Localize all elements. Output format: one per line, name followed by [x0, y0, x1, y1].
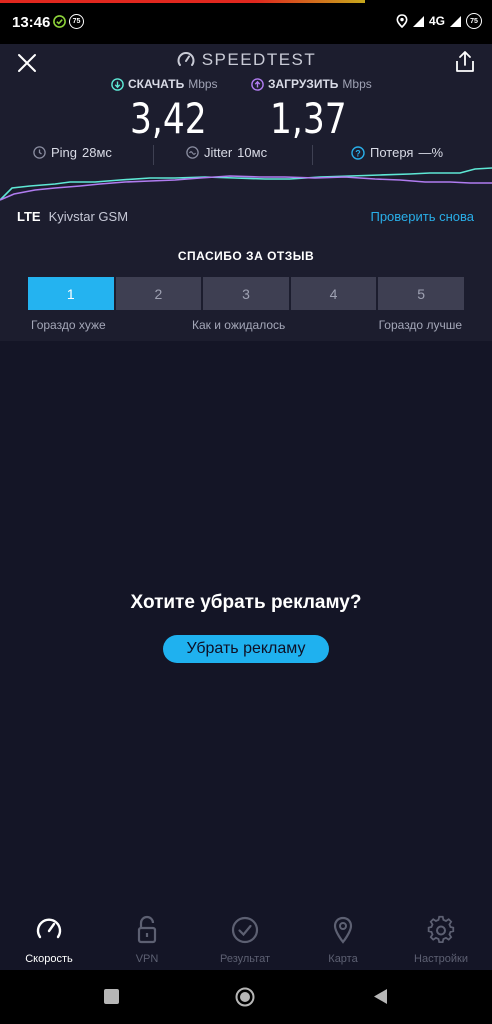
- status-right: 4G 75: [396, 13, 482, 29]
- signal-icon-2: [450, 15, 461, 27]
- status-accent-line: [0, 0, 365, 3]
- jitter-label: Jitter: [204, 145, 233, 160]
- tab-label: Результат: [219, 953, 271, 965]
- ping-icon: [33, 146, 46, 159]
- ad-title: Хотите убрать рекламу?: [130, 592, 362, 613]
- tab-results[interactable]: Результат: [196, 915, 294, 965]
- back-icon[interactable]: [372, 988, 388, 1005]
- rating-label-high: Гораздо лучше: [378, 318, 462, 332]
- rating-option-2[interactable]: 2: [115, 277, 202, 310]
- upload-label: ЗАГРУЗИТЬ Mbps: [251, 77, 372, 91]
- upload-title: ЗАГРУЗИТЬ: [268, 77, 339, 91]
- tab-label: Настройки: [414, 953, 468, 965]
- upload-graph-line: [0, 167, 492, 201]
- jitter-icon: [186, 146, 199, 159]
- rating-label-low: Гораздо хуже: [31, 318, 106, 332]
- speedometer-icon: [36, 918, 62, 939]
- connection-type: LTE: [17, 209, 41, 224]
- upload-arrow-icon: [251, 77, 264, 91]
- results-panel: SPEEDTEST СКАЧАТЬ Mbps 3,42 ЗАГРУЗИТЬ Mb…: [0, 44, 492, 341]
- status-notifications: 75: [53, 14, 84, 29]
- download-value: 3,42: [130, 94, 207, 143]
- tab-vpn[interactable]: VPN: [98, 915, 196, 965]
- jitter-value: 10мс: [237, 145, 268, 160]
- rating-label-mid: Как и ожидалось: [192, 318, 286, 332]
- gear-icon: [427, 915, 455, 943]
- network-type: 4G: [428, 14, 445, 28]
- download-arrow-icon: [111, 77, 124, 91]
- signal-icon: [412, 15, 424, 27]
- status-time: 13:46: [12, 14, 51, 31]
- speedtest-logo: SPEEDTEST: [0, 50, 492, 70]
- rating-option-3[interactable]: 3: [203, 277, 289, 310]
- retest-button[interactable]: Проверить снова: [370, 209, 474, 224]
- upload-value: 1,37: [270, 94, 347, 143]
- download-unit: Mbps: [188, 77, 218, 91]
- lock-icon: [137, 915, 157, 944]
- notification-badge: 75: [69, 14, 84, 29]
- jitter-stat: Jitter 10мс: [186, 145, 267, 160]
- carrier-name: Kyivstar GSM: [48, 209, 129, 224]
- network-info: LTE Kyivstar GSM: [17, 209, 128, 224]
- tab-label: Карта: [328, 953, 358, 965]
- check-circle-icon: [53, 15, 66, 28]
- download-title: СКАЧАТЬ: [128, 77, 185, 91]
- location-icon: [396, 14, 408, 28]
- remove-ads-button[interactable]: Убрать рекламу: [163, 635, 329, 663]
- share-icon[interactable]: [454, 50, 476, 74]
- rating-option-5[interactable]: 5: [378, 277, 464, 310]
- bottom-tab-bar: Скорость VPN Результат Карта Настройки: [0, 910, 492, 970]
- feedback-title: СПАСИБО ЗА ОТЗЫВ: [177, 249, 315, 263]
- svg-text:?: ?: [355, 148, 361, 158]
- ping-stat: Ping 28мс: [33, 145, 112, 160]
- upload-unit: Mbps: [342, 77, 372, 91]
- checkmark-icon: [231, 916, 259, 944]
- tab-speed[interactable]: Скорость: [0, 915, 98, 965]
- loss-label: Потеря: [370, 145, 414, 160]
- tab-settings[interactable]: Настройки: [392, 915, 490, 965]
- help-icon[interactable]: ?: [351, 145, 365, 160]
- map-pin-icon: [333, 916, 353, 944]
- recents-icon[interactable]: [103, 988, 120, 1005]
- gauge-icon: [177, 52, 195, 66]
- ping-value: 28мс: [82, 145, 112, 160]
- rating-option-1[interactable]: 1: [28, 277, 114, 310]
- download-label: СКАЧАТЬ Mbps: [111, 77, 218, 91]
- tab-label: Скорость: [25, 953, 73, 965]
- rating-option-4[interactable]: 4: [290, 277, 377, 310]
- rating-selector: 1 2 3 4 5: [28, 277, 464, 310]
- brand-title: SPEEDTEST: [201, 50, 317, 69]
- ad-area: Хотите убрать рекламу? Убрать рекламу: [0, 341, 492, 910]
- loss-value: —%: [418, 145, 444, 160]
- system-nav-bar: [0, 970, 492, 1024]
- tab-map[interactable]: Карта: [294, 915, 392, 965]
- status-bar: 13:46 75 4G 75: [0, 0, 492, 44]
- tab-label: VPN: [135, 953, 159, 965]
- battery-indicator: 75: [466, 13, 482, 29]
- download-graph-line: [0, 175, 492, 201]
- loss-stat[interactable]: ? Потеря —%: [351, 145, 443, 160]
- speed-graph: [0, 167, 492, 201]
- home-icon[interactable]: [235, 987, 255, 1007]
- ping-label: Ping: [51, 145, 78, 160]
